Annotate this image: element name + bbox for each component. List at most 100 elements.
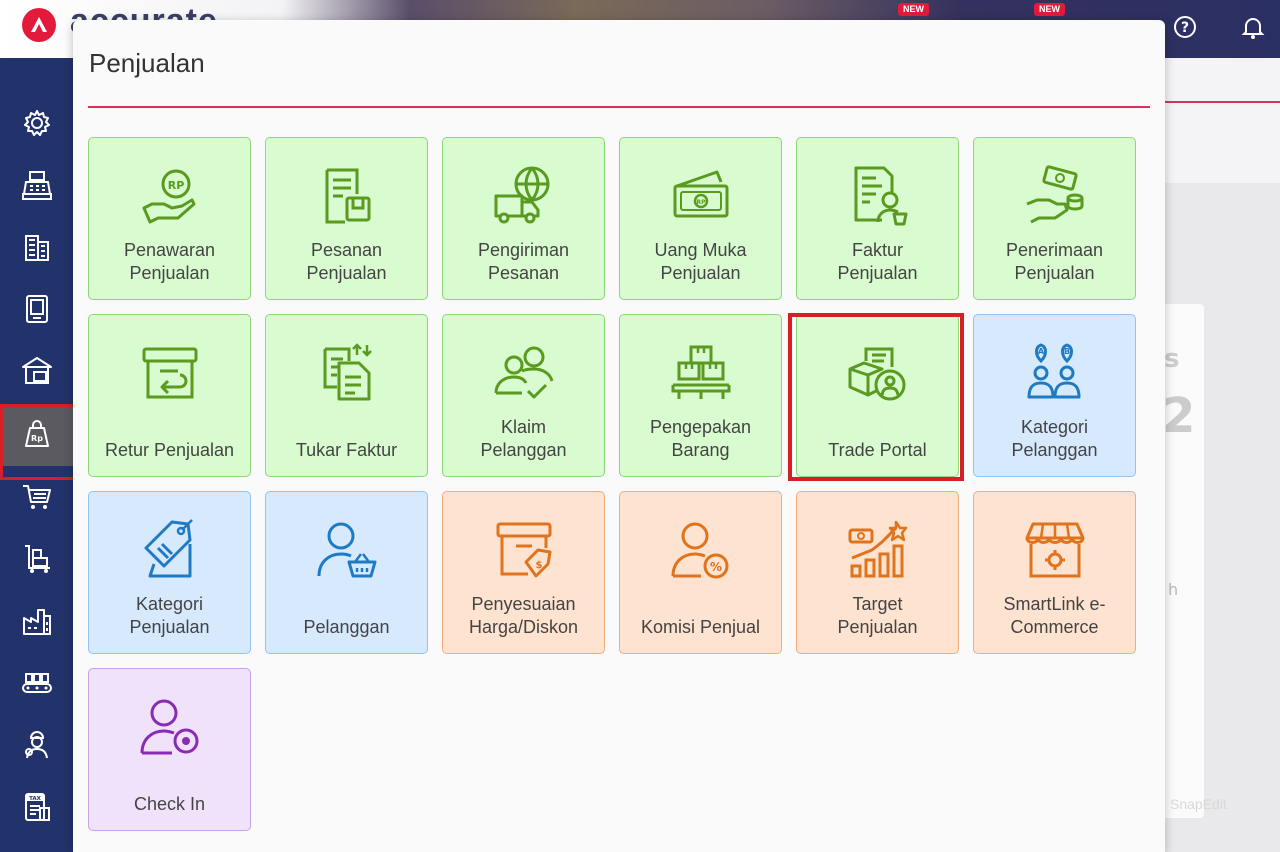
gear-icon (23, 110, 50, 136)
sidebar-item-purchase[interactable] (0, 466, 73, 528)
tile-penerimaan-penjualan[interactable]: Penerimaan Penjualan (973, 137, 1136, 300)
cash-register-icon (21, 171, 52, 200)
user-location-icon (140, 699, 198, 755)
payment-receive-icon (1025, 165, 1083, 224)
tile-kategori-pelanggan[interactable]: A B Kategori Pelanggan (973, 314, 1136, 477)
customer-claim-icon (494, 346, 553, 399)
tile-label: Retur Penjualan (104, 440, 235, 460)
svg-text:RP: RP (167, 179, 184, 192)
sidebar-item-manufacturing[interactable] (0, 590, 73, 652)
watermark: SnapEdit (1170, 796, 1227, 812)
packing-boxes-icon (671, 345, 730, 399)
svg-text:%: % (709, 560, 721, 574)
sidebar: Rp TAX (0, 58, 82, 852)
hand-money-icon: RP (142, 169, 195, 224)
sidebar-item-tax[interactable]: TAX (0, 776, 73, 838)
tile-penawaran-penjualan[interactable]: RP Penawaran Penjualan (88, 137, 251, 300)
tile-label: Pengepakan Barang (649, 417, 752, 460)
tile-label: Pesanan Penjualan (306, 240, 387, 283)
order-document-icon (325, 168, 370, 224)
tile-label: Komisi Penjual (640, 617, 761, 637)
sidebar-item-cash[interactable] (0, 154, 73, 216)
app-logo-icon[interactable] (22, 8, 56, 42)
sidebar-item-sales[interactable]: Rp (0, 404, 82, 480)
sales-target-icon (848, 520, 907, 578)
tile-uang-muka-penjualan[interactable]: RP Uang Muka Penjualan (619, 137, 782, 300)
sidebar-item-bank[interactable] (0, 340, 73, 402)
cart-icon (22, 485, 51, 509)
tile-check-in[interactable]: Check In (88, 668, 251, 831)
sidebar-item-production[interactable] (0, 652, 73, 714)
tile-pesanan-penjualan[interactable]: Pesanan Penjualan (265, 137, 428, 300)
ledger-icon (25, 295, 48, 323)
sidebar-item-employee[interactable] (0, 714, 73, 776)
new-badge: NEW (1034, 3, 1065, 16)
tile-label: Kategori Pelanggan (1011, 417, 1098, 460)
invoice-icon (854, 166, 907, 226)
return-box-icon (142, 347, 197, 399)
tile-smartlink-ecommerce[interactable]: SmartLink e- Commerce (973, 491, 1136, 654)
background-divider (1165, 101, 1280, 103)
modal-title: Penjualan (89, 48, 205, 78)
svg-text:$: $ (535, 560, 542, 571)
tile-faktur-penjualan[interactable]: Faktur Penjualan (796, 137, 959, 300)
tile-pengepakan-barang[interactable]: Pengepakan Barang (619, 314, 782, 477)
svg-text:B: B (1063, 347, 1069, 356)
sidebar-item-company[interactable] (0, 216, 73, 278)
building-icon (24, 235, 49, 261)
tag-category-icon (144, 519, 193, 578)
sales-bag-icon: Rp (24, 420, 49, 447)
svg-text:Rp: Rp (31, 434, 43, 443)
help-icon[interactable]: ? (1172, 14, 1198, 40)
sidebar-item-ledger[interactable] (0, 278, 73, 340)
background-text: h (1168, 580, 1179, 599)
tile-label: Penyesuaian Harga/Diskon (468, 594, 579, 637)
tile-penyesuaian-harga[interactable]: $ Penyesuaian Harga/Diskon (442, 491, 605, 654)
svg-text:A: A (1037, 347, 1044, 356)
store-icon (1025, 522, 1084, 578)
tile-label: Target Penjualan (837, 594, 918, 637)
tile-label: Kategori Penjualan (129, 594, 210, 637)
sidebar-item-settings[interactable] (0, 92, 73, 154)
tile-label: Faktur Penjualan (837, 240, 918, 283)
tile-kategori-penjualan[interactable]: Kategori Penjualan (88, 491, 251, 654)
tile-label: Penawaran Penjualan (123, 240, 216, 283)
tile-klaim-pelanggan[interactable]: Klaim Pelanggan (442, 314, 605, 477)
exchange-invoice-icon (323, 343, 372, 401)
tile-pengiriman-pesanan[interactable]: Pengiriman Pesanan (442, 137, 605, 300)
warehouse-icon (21, 357, 52, 384)
svg-text:RP: RP (696, 199, 706, 206)
new-badge: NEW (898, 3, 929, 16)
background-text: s (1164, 344, 1180, 374)
sales-modal: Penjualan RP Penawaran Penjualan Pesanan… (73, 20, 1165, 852)
tile-pelanggan[interactable]: Pelanggan (265, 491, 428, 654)
delivery-truck-icon (494, 166, 549, 224)
title-divider (88, 106, 1150, 108)
tile-label: Tukar Faktur (295, 440, 398, 460)
background-text: 2 (1162, 388, 1196, 444)
tile-target-penjualan[interactable]: Target Penjualan (796, 491, 959, 654)
tile-komisi-penjual[interactable]: % Komisi Penjual (619, 491, 782, 654)
tax-document-icon: TAX (24, 793, 50, 821)
background-panel (1165, 58, 1280, 183)
banknote-icon: RP (673, 170, 728, 218)
customer-basket-icon (317, 522, 376, 578)
tile-label: Klaim Pelanggan (480, 417, 567, 460)
tile-label: SmartLink e- Commerce (1003, 594, 1106, 637)
tile-label: Pengiriman Pesanan (477, 240, 570, 283)
bell-icon[interactable] (1240, 14, 1266, 40)
conveyor-icon (21, 673, 52, 693)
tile-label: Uang Muka Penjualan (654, 240, 747, 283)
tile-label: Penerimaan Penjualan (1005, 240, 1104, 283)
worker-icon (24, 731, 48, 759)
commission-icon: % (671, 522, 728, 579)
tile-label: Pelanggan (303, 617, 390, 637)
tile-retur-penjualan[interactable]: Retur Penjualan (88, 314, 251, 477)
svg-text:TAX: TAX (29, 796, 42, 802)
tile-tukar-faktur[interactable]: Tukar Faktur (265, 314, 428, 477)
background-card: s 2 h (1160, 304, 1204, 818)
svg-text:?: ? (1181, 20, 1189, 36)
sidebar-item-inventory[interactable] (0, 528, 73, 590)
price-adjust-icon: $ (496, 522, 551, 578)
trade-portal-highlight (788, 313, 964, 481)
